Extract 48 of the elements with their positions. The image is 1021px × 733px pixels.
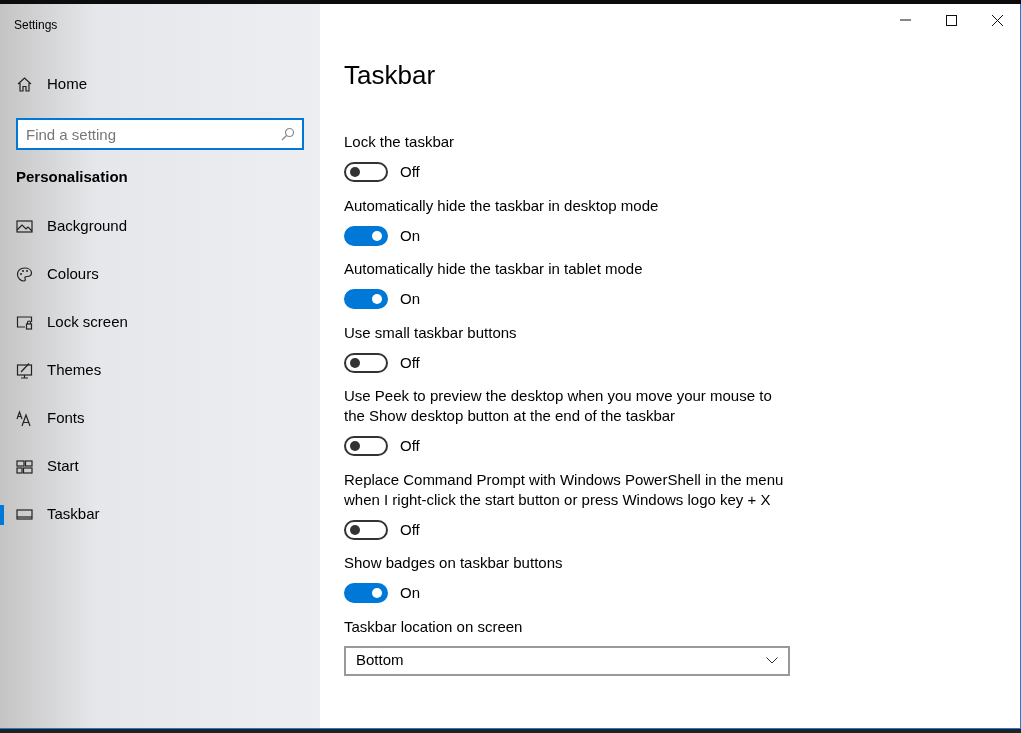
- toggle-state: Off: [400, 519, 420, 540]
- sidebar-item[interactable]: Background: [0, 202, 320, 251]
- sidebar-item[interactable]: Lock screen: [0, 298, 320, 347]
- search-icon: [281, 127, 295, 141]
- setting-label: Use small taskbar buttons: [344, 322, 518, 343]
- maximize-icon[interactable]: [945, 14, 957, 26]
- section-heading: Personalisation: [15, 167, 129, 187]
- screen-padlock-icon: [16, 314, 33, 331]
- toggle-switch[interactable]: [344, 436, 388, 457]
- landscape-image-icon: [16, 218, 33, 235]
- setting-label: Taskbar location on screen: [344, 616, 524, 637]
- toggle-switch[interactable]: [344, 352, 388, 373]
- close-icon[interactable]: [991, 14, 1003, 26]
- home-link[interactable]: Home: [47, 72, 87, 96]
- toggle-switch[interactable]: [344, 225, 388, 246]
- toggle-switch[interactable]: [344, 289, 388, 310]
- home-icon: [16, 75, 33, 93]
- sidebar-item[interactable]: Taskbar: [0, 490, 320, 539]
- sidebar-item[interactable]: Colours: [0, 250, 320, 299]
- window-title: Settings: [13, 17, 59, 34]
- font-letters-icon: [16, 410, 33, 427]
- taskbar-icon: [16, 506, 33, 523]
- toggle-state: On: [400, 225, 420, 246]
- setting-label: Use Peek to preview the desktop when you move your mouse to the Show desktop button at the end of the taskbar: [344, 386, 773, 426]
- setting-label: Lock the taskbar: [344, 132, 456, 152]
- sidebar-item[interactable]: Themes: [0, 346, 320, 395]
- setting-label: Replace Command Prompt with Windows PowerShell in the menu when I right-click the start button or press Windows logo key + X: [344, 469, 785, 510]
- setting-label: Automatically hide the taskbar in tablet mode: [344, 259, 644, 279]
- page-title: Taskbar: [344, 60, 436, 90]
- monitor-brush-icon: [16, 362, 33, 379]
- toggle-switch[interactable]: [344, 519, 388, 540]
- chevron-icon: [766, 657, 778, 664]
- toggle-state: Off: [400, 352, 420, 373]
- toggle-state: Off: [400, 436, 420, 456]
- toggle-state: On: [400, 583, 420, 603]
- toggle-state: On: [400, 289, 420, 309]
- setting-label: Show badges on taskbar buttons: [344, 553, 564, 573]
- search-field[interactable]: Find a setting: [16, 118, 304, 150]
- sidebar-item[interactable]: Start: [0, 442, 320, 491]
- minimize-icon[interactable]: [899, 19, 911, 21]
- location-dropdown[interactable]: Bottom: [344, 645, 790, 676]
- tiles-icon: [16, 458, 33, 475]
- palette-icon: [16, 266, 33, 283]
- sidebar-item[interactable]: Fonts: [0, 394, 320, 443]
- toggle-switch[interactable]: [344, 162, 388, 183]
- setting-label: Automatically hide the taskbar in desktop mode: [344, 195, 660, 216]
- toggle-state: Off: [400, 162, 420, 182]
- toggle-switch[interactable]: [344, 583, 388, 604]
